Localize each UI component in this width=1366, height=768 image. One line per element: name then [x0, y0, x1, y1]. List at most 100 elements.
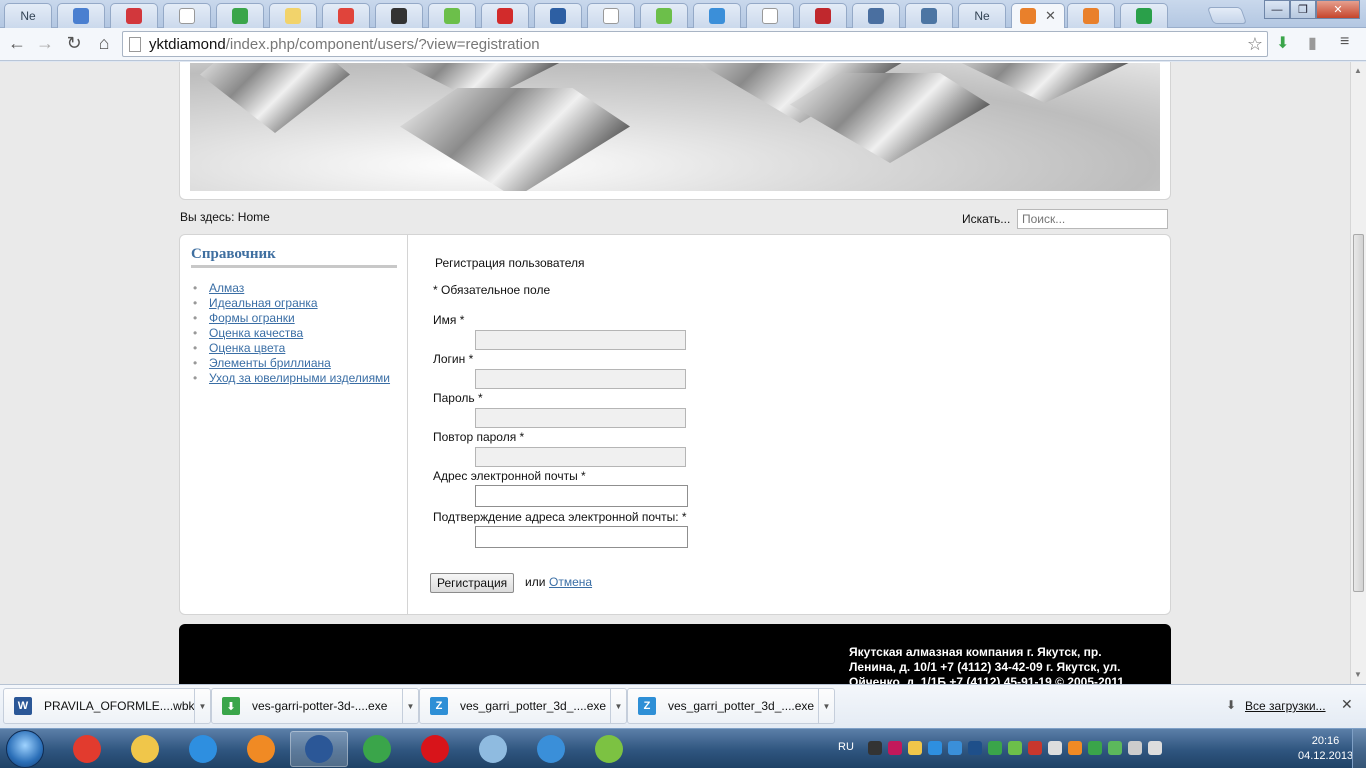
sidebar-menu: АлмазИдеальная огранкаФормы огранкиОценк… [191, 281, 390, 386]
tray-folder-icon[interactable] [908, 741, 922, 755]
tab-9[interactable] [481, 3, 529, 28]
download-item[interactable]: W PRAVILA_OFORMLE....wbk ▼ [3, 688, 211, 724]
taskbar-app-6[interactable] [406, 731, 464, 767]
email-confirm-label: Подтверждение адреса электронной почты: … [433, 510, 687, 524]
menu-icon[interactable]: ≡ [1340, 33, 1349, 51]
sidebar-link[interactable]: Формы огранки [209, 311, 295, 325]
language-indicator[interactable]: RU [838, 741, 854, 753]
sidebar-link[interactable]: Оценка качества [209, 326, 303, 340]
tab-11[interactable] [587, 3, 635, 28]
taskbar-app-9[interactable] [580, 731, 638, 767]
forward-arrow-icon[interactable]: → [34, 32, 56, 54]
taskbar-app-0[interactable] [58, 731, 116, 767]
cancel-link[interactable]: Отмена [549, 575, 592, 589]
tray-bluetooth-icon[interactable] [968, 741, 982, 755]
sidebar-link[interactable]: Идеальная огранка [209, 296, 318, 310]
tab-7[interactable] [375, 3, 423, 28]
tab-0[interactable]: Ne [4, 3, 52, 28]
address-bar[interactable]: yktdiamond/index.php/component/users/?vi… [122, 31, 1268, 57]
register-button[interactable]: Регистрация [430, 573, 515, 593]
tray-flag-icon[interactable] [1048, 741, 1062, 755]
new-tab-button[interactable] [1206, 7, 1248, 24]
close-download-bar-icon[interactable]: ✕ [1341, 696, 1353, 713]
tray-spy-icon[interactable] [868, 741, 882, 755]
scroll-down-arrow-icon[interactable]: ▼ [1354, 670, 1362, 679]
close-window-button[interactable]: ✕ [1316, 0, 1360, 19]
show-desktop-button[interactable] [1352, 729, 1366, 768]
close-tab-icon[interactable]: ✕ [1045, 8, 1056, 24]
tab-6[interactable] [322, 3, 370, 28]
password-input[interactable] [475, 408, 686, 428]
tray-volume-icon[interactable] [1148, 741, 1162, 755]
scroll-up-arrow-icon[interactable]: ▲ [1354, 66, 1362, 75]
taskbar-app-7[interactable] [464, 731, 522, 767]
tab-18[interactable]: Ne [958, 3, 1006, 28]
tray-pen-icon[interactable] [888, 741, 902, 755]
download-options-caret-icon[interactable]: ▼ [818, 689, 834, 723]
show-all-downloads-link[interactable]: Все загрузки... [1245, 699, 1326, 713]
taskbar-app-3[interactable] [232, 731, 290, 767]
clock-date: 04.12.2013 [1298, 750, 1354, 762]
tab-10[interactable] [534, 3, 582, 28]
tray-orange-icon[interactable] [1068, 741, 1082, 755]
tray-signal-icon[interactable] [1128, 741, 1142, 755]
home-icon[interactable]: ⌂ [93, 32, 115, 54]
maximize-button[interactable]: ❐ [1290, 0, 1316, 19]
tray-sync-icon[interactable] [948, 741, 962, 755]
reload-icon[interactable]: ↻ [63, 32, 85, 54]
download-item[interactable]: Zves_garri_potter_3d_....exe ▼ [419, 688, 627, 724]
tab-17[interactable] [905, 3, 953, 28]
taskbar-app-1[interactable] [116, 731, 174, 767]
download-options-caret-icon[interactable]: ▼ [610, 689, 626, 723]
name-input[interactable] [475, 330, 686, 350]
taskbar-app-8[interactable] [522, 731, 580, 767]
clock[interactable]: 20:16 04.12.2013 [1298, 734, 1353, 764]
sidebar-link[interactable]: Оценка цвета [209, 341, 285, 355]
tab-19[interactable]: ✕ [1011, 3, 1065, 28]
login-input[interactable] [475, 369, 686, 389]
start-button-icon[interactable] [6, 730, 44, 768]
download-extension-icon[interactable]: ⬇ [1276, 33, 1289, 53]
search-input[interactable] [1017, 209, 1168, 229]
back-arrow-icon[interactable]: ← [6, 32, 28, 54]
bookmark-star-icon[interactable]: ☆ [1247, 34, 1263, 55]
taskbar-app-5[interactable] [348, 731, 406, 767]
tab-20[interactable] [1067, 3, 1115, 28]
tray-monitor-icon[interactable] [988, 741, 1002, 755]
tab-5[interactable] [269, 3, 317, 28]
sidebar-link[interactable]: Уход за ювелирными изделиями [209, 371, 390, 385]
footer-contacts: Якутская алмазная компания г. Якутск, пр… [849, 645, 1125, 684]
tray-ring-icon[interactable] [928, 741, 942, 755]
tab-12[interactable] [640, 3, 688, 28]
tab-1[interactable] [57, 3, 105, 28]
tab-16[interactable] [852, 3, 900, 28]
tab-2[interactable] [110, 3, 158, 28]
tray-utorrent-icon[interactable] [1088, 741, 1102, 755]
tab-13[interactable] [693, 3, 741, 28]
tab-3[interactable] [163, 3, 211, 28]
scrollbar-thumb[interactable] [1353, 234, 1364, 592]
password-confirm-input[interactable] [475, 447, 686, 467]
email-confirm-input[interactable] [475, 526, 688, 548]
minimize-button[interactable]: — [1264, 0, 1290, 19]
tab-14[interactable] [746, 3, 794, 28]
tray-battery-icon[interactable] [1108, 741, 1122, 755]
download-options-caret-icon[interactable]: ▼ [402, 689, 418, 723]
taskbar-app-2[interactable] [174, 731, 232, 767]
download-item[interactable]: Zves_garri_potter_3d_....exe ▼ [627, 688, 835, 724]
sidebar-link[interactable]: Элементы бриллиана [209, 356, 331, 370]
tab-15[interactable] [799, 3, 847, 28]
taskbar-app-4[interactable] [290, 731, 348, 767]
email-input[interactable] [475, 485, 688, 507]
tab-21[interactable] [1120, 3, 1168, 28]
download-item[interactable]: ⬇ ves-garri-potter-3d-....exe ▼ [211, 688, 419, 724]
tab-8[interactable] [428, 3, 476, 28]
signal-bars-icon[interactable]: ▮ [1308, 33, 1317, 53]
tray-check-icon[interactable] [1008, 741, 1022, 755]
vertical-scrollbar[interactable]: ▲ ▼ [1350, 62, 1366, 684]
tray-network-icon[interactable] [1028, 741, 1042, 755]
sidebar-link[interactable]: Алмаз [209, 281, 244, 295]
list-item: Элементы бриллиана [191, 356, 390, 371]
tab-4[interactable] [216, 3, 264, 28]
download-options-caret-icon[interactable]: ▼ [194, 689, 210, 723]
